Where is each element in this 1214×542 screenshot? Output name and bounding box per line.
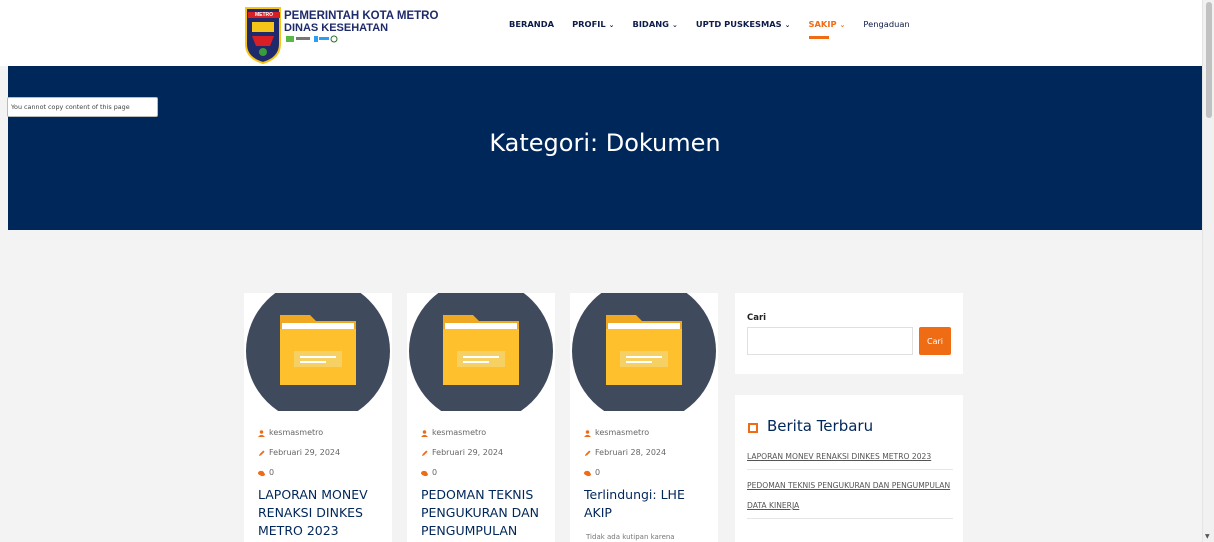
copy-protection-notice: You cannot copy content of this page — [7, 97, 158, 117]
post-card[interactable]: kesmasmetro Februari 29, 2024 0 LAPORAN … — [244, 293, 392, 542]
search-widget: Cari Cari — [735, 293, 963, 374]
nav-uptd-puskesmas[interactable]: UPTD PUSKESMAS ⌄ — [696, 18, 791, 34]
pencil-icon — [421, 449, 428, 456]
post-card[interactable]: kesmasmetro Februari 29, 2024 0 PEDOMAN … — [407, 293, 555, 542]
comments-icon — [584, 470, 591, 476]
site-logo[interactable]: METRO PEMERINTAH KOTA METRO DINAS KESEHA… — [244, 6, 438, 64]
org-subtitle: DINAS KESEHATAN — [284, 22, 389, 34]
post-meta: kesmasmetro Februari 29, 2024 0 — [421, 423, 503, 483]
post-comments[interactable]: 0 — [432, 463, 437, 483]
post-date: Februari 29, 2024 — [432, 448, 504, 457]
comments-icon — [258, 470, 265, 476]
search-label: Cari — [747, 313, 767, 323]
post-meta: kesmasmetro Februari 28, 2024 0 — [584, 423, 666, 483]
folder-icon — [572, 293, 716, 411]
metro-tag: METRO — [248, 12, 280, 18]
post-excerpt: Tidak ada kutipan karena — [586, 533, 675, 541]
pencil-icon — [584, 449, 591, 456]
org-title: PEMERINTAH KOTA METRO — [284, 10, 439, 22]
post-thumbnail[interactable] — [572, 293, 716, 411]
nav-sakip[interactable]: SAKIP ⌄ — [808, 18, 846, 39]
post-date: Februari 29, 2024 — [269, 448, 341, 457]
nav-sakip-label: SAKIP — [808, 19, 837, 29]
site-header: METRO PEMERINTAH KOTA METRO DINAS KESEHA… — [0, 0, 1202, 66]
recent-news-link[interactable]: PEDOMAN TEKNIS PENGUKURAN DAN PENGUMPULA… — [747, 476, 953, 519]
nav-profil-label: PROFIL — [572, 19, 606, 29]
post-author[interactable]: kesmasmetro — [269, 423, 323, 443]
nav-beranda-label: BERANDA — [509, 19, 555, 29]
nav-pengaduan-label: Pengaduan — [863, 19, 910, 29]
nav-bidang[interactable]: BIDANG ⌄ — [633, 18, 678, 34]
category-hero: Kategori: Dokumen — [8, 66, 1202, 230]
recent-news-heading: Berita Terbaru — [767, 417, 874, 435]
user-icon — [421, 429, 428, 437]
chevron-down-icon: ⌄ — [839, 21, 846, 29]
main-nav: BERANDA PROFIL ⌄ BIDANG ⌄ UPTD PUSKESMAS ⌄ … — [509, 18, 928, 39]
post-comments[interactable]: 0 — [595, 463, 600, 483]
nav-beranda[interactable]: BERANDA — [509, 18, 554, 34]
user-icon — [584, 429, 591, 437]
post-title[interactable]: PEDOMAN TEKNIS PENGUKURAN DAN PENGUMPULA… — [421, 486, 549, 540]
search-button[interactable]: Cari — [919, 327, 951, 355]
search-input[interactable] — [747, 327, 913, 355]
nav-pengaduan[interactable]: Pengaduan — [863, 18, 909, 34]
post-title[interactable]: Terlindungi: LHE AKIP — [584, 486, 712, 522]
chevron-down-icon: ⌄ — [608, 21, 615, 29]
recent-news-list: LAPORAN MONEV RENAKSI DINKES METRO 2023 … — [747, 447, 953, 525]
chevron-down-icon: ⌄ — [784, 21, 791, 29]
post-author[interactable]: kesmasmetro — [595, 423, 649, 443]
post-author[interactable]: kesmasmetro — [432, 423, 486, 443]
recent-news-link[interactable]: LAPORAN MONEV RENAKSI DINKES METRO 2023 — [747, 447, 953, 470]
post-thumbnail[interactable] — [409, 293, 553, 411]
square-icon — [748, 423, 758, 433]
post-thumbnail[interactable] — [246, 293, 390, 411]
recent-news-widget: Berita Terbaru LAPORAN MONEV RENAKSI DIN… — [735, 395, 963, 542]
nav-bidang-label: BIDANG — [632, 19, 669, 29]
partner-logos-icon — [286, 35, 338, 43]
post-title[interactable]: LAPORAN MONEV RENAKSI DINKES METRO 2023 — [258, 486, 386, 540]
page-scrollbar[interactable]: ▼ — [1202, 0, 1214, 542]
page-title: Kategori: Dokumen — [489, 129, 721, 157]
post-card[interactable]: kesmasmetro Februari 28, 2024 0 Terlindu… — [570, 293, 718, 542]
folder-icon — [409, 293, 553, 411]
post-meta: kesmasmetro Februari 29, 2024 0 — [258, 423, 340, 483]
comments-icon — [421, 470, 428, 476]
chevron-down-icon: ⌄ — [672, 21, 678, 29]
nav-profil[interactable]: PROFIL ⌄ — [572, 18, 614, 34]
pencil-icon — [258, 449, 265, 456]
scrollbar-thumb[interactable] — [1206, 2, 1212, 118]
post-date: Februari 28, 2024 — [595, 448, 667, 457]
page: METRO PEMERINTAH KOTA METRO DINAS KESEHA… — [0, 0, 1214, 542]
post-comments[interactable]: 0 — [269, 463, 274, 483]
scroll-down-arrow-icon[interactable]: ▼ — [1205, 533, 1210, 540]
nav-uptd-label: UPTD PUSKESMAS — [695, 19, 782, 29]
user-icon — [258, 429, 265, 437]
folder-icon — [246, 293, 390, 411]
